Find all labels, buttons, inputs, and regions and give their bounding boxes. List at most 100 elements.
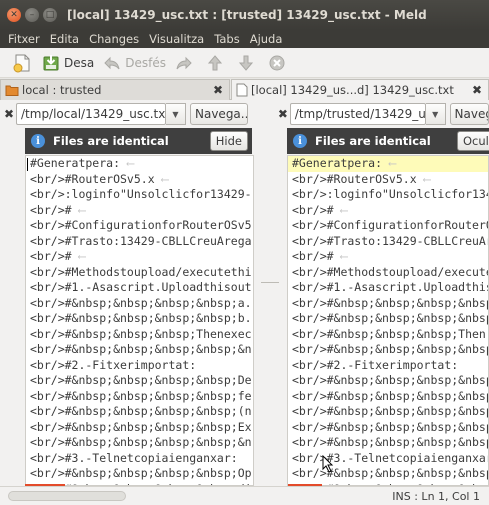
line-text: <br/>#&nbsp;&nbsp;&nbsp;&nbsp; [292, 295, 489, 310]
text-line: <br/>#&nbsp;&nbsp;&nbsp;&nbsp;(n [26, 404, 253, 420]
text-line: <br/>#&nbsp;&nbsp;&nbsp;&nbsp; [288, 404, 488, 420]
line-text: #Generatpera: [292, 156, 383, 170]
text-line: <br/>#&nbsp;&nbsp;&nbsp;&nbsp; [288, 466, 488, 482]
line-text: <br/>#&nbsp;&nbsp;&nbsp;&nbsp; [292, 388, 489, 403]
info-icon: i [293, 134, 307, 148]
right-path-input[interactable]: /tmp/trusted/13429_usc.t [289, 103, 426, 125]
status-text: INS : Ln 1, Col 1 [392, 490, 480, 503]
newline-marker-icon: ⟵ [333, 249, 348, 263]
chevron-down-icon[interactable]: ▼ [166, 103, 186, 125]
line-text: <br/>#1.-Asascript.Uploadthis [292, 280, 489, 294]
minimize-window-button[interactable]: – [25, 8, 39, 22]
text-line: <br/>#&nbsp;&nbsp;&nbsp;&nbsp; [288, 296, 488, 312]
text-line: <br/>#&nbsp;&nbsp;&nbsp;&nbsp; [288, 373, 488, 389]
line-text: <br/>:loginfo"Unsolclicfor13429- [30, 187, 252, 201]
tab-folder-comparison[interactable]: local : trusted ✖ [0, 79, 230, 100]
text-line: <br/># ⟵ [26, 203, 253, 219]
newline-marker-icon: ⟵ [333, 202, 348, 217]
line-text: <br/>#Trasto:13429-CBLLCreuArega [30, 233, 252, 248]
text-line: <br/>:loginfo"Unsolclicfor13429- [26, 187, 253, 203]
line-text: <br/>#&nbsp;&nbsp;&nbsp;&nbsp;Ex [30, 419, 252, 434]
left-info-bar: i Files are identical Hide [25, 128, 252, 154]
status-bar: INS : Ln 1, Col 1 [0, 486, 489, 505]
line-text: <br/>#&nbsp;&nbsp;&nbsp;&nbsp; [292, 373, 489, 387]
arrow-up-icon [207, 54, 223, 70]
text-line: <br/>#ConfigurationforRouterOSv5 [26, 218, 253, 234]
save-button[interactable]: Desa [41, 53, 94, 73]
close-pane-icon[interactable]: ✖ [276, 107, 290, 121]
right-path-row: ✖ /tmp/trusted/13429_usc.t ▼ Navega... [276, 102, 489, 126]
stop-button[interactable] [267, 53, 290, 73]
close-pane-icon[interactable]: ✖ [2, 107, 16, 121]
line-text: <br/>#&nbsp;&nbsp;&nbsp;&nbsp;&n [30, 342, 252, 356]
close-tab-icon[interactable]: ✖ [213, 83, 223, 97]
text-line: <br/>#1.-Asascript.Uploadthis [288, 280, 488, 296]
menu-visualitza[interactable]: Visualitza [144, 32, 209, 46]
line-text: <br/>#&nbsp;&nbsp;&nbsp;Thenexec [30, 326, 252, 341]
left-path-input[interactable]: /tmp/local/13429_usc.txt [16, 103, 166, 125]
close-tab-icon[interactable]: ✖ [472, 83, 482, 97]
text-line: <br/>#3.-Telnetcopiaienganxar: [26, 451, 253, 467]
menu-bar: Fitxer Edita Changes Visualitza Tabs Aju… [0, 30, 489, 48]
save-label: Desa [64, 55, 95, 70]
line-text: <br/># [292, 249, 334, 263]
menu-ajuda[interactable]: Ajuda [245, 32, 288, 46]
new-comparison-button[interactable] [12, 53, 35, 73]
left-info-text: Files are identical [53, 134, 169, 148]
menu-edita[interactable]: Edita [45, 32, 84, 46]
text-line: <br/>#2.-Fitxerimportat: [288, 358, 488, 374]
next-change-button[interactable] [236, 53, 259, 73]
text-line: <br/># ⟵ [288, 249, 488, 265]
arrow-down-icon [238, 55, 254, 71]
text-line: <br/>#&nbsp;&nbsp;&nbsp;&nbsp;De [26, 373, 253, 389]
text-line: <br/>#&nbsp;&nbsp;&nbsp;&nbsp;Op [26, 466, 253, 482]
text-line: <br/>#&nbsp;&nbsp;&nbsp;&nbsp; [288, 435, 488, 451]
diff-link-line [261, 282, 279, 283]
text-line: <br/>#&nbsp;&nbsp;&nbsp;&nbsp;fe [26, 389, 253, 405]
text-line: <br/>:loginfo"Unsolclicfor134 [288, 187, 488, 203]
horizontal-scrollbar[interactable] [8, 491, 126, 501]
left-hide-button[interactable]: Hide [209, 131, 248, 151]
text-line: #Generatpera: ⟵ [288, 156, 488, 172]
left-editor[interactable]: #Generatpera: ⟵ <br/>#RouterOSv5.x ⟵ <br/>… [25, 155, 254, 486]
tab-file-comparison[interactable]: [local] 13429_us...d] 13429_usc.txt ✖ [231, 79, 489, 100]
line-text: <br/>#&nbsp;&nbsp;&nbsp;&nbsp; [292, 311, 489, 325]
menu-tabs[interactable]: Tabs [209, 32, 244, 46]
left-browse-button[interactable]: Navega... [190, 103, 248, 125]
right-editor[interactable]: #Generatpera: ⟵ <br/>#RouterOSv5.x ⟵ <br/>… [287, 155, 489, 486]
line-text: <br/>#&nbsp;&nbsp;&nbsp;&nbsp;&n [30, 435, 252, 449]
chevron-down-icon[interactable]: ▼ [425, 103, 446, 125]
document-icon [236, 83, 248, 97]
maximize-window-button[interactable]: □ [43, 8, 57, 22]
right-hide-button[interactable]: Ocultar [457, 131, 489, 151]
new-document-icon [13, 54, 30, 72]
text-line: <br/>#&nbsp;&nbsp;&nbsp;&nbsp;Ex [26, 420, 253, 436]
text-line: #Generatpera: ⟵ [26, 156, 253, 172]
text-line: <br/>#Trasto:13429-CBLLCreuArega [26, 234, 253, 250]
text-line: <br/>#RouterOSv5.x ⟵ [26, 172, 253, 188]
text-line: <br/># ⟵ [288, 203, 488, 219]
close-window-button[interactable]: ✕ [7, 8, 21, 22]
right-browse-button[interactable]: Navega... [449, 103, 489, 125]
text-line: <br/>#3.-Telnetcopiaienganxar [288, 451, 488, 467]
redo-button[interactable] [174, 53, 197, 73]
redo-icon [176, 56, 192, 69]
text-line: <br/>#&nbsp;&nbsp;&nbsp;Then [288, 327, 488, 343]
menu-fitxer[interactable]: Fitxer [0, 32, 45, 46]
tab-bar: local : trusted ✖ [local] 13429_us...d] … [0, 78, 489, 100]
line-text: <br/># [30, 249, 72, 263]
right-info-bar: i Files are identical Ocultar [287, 128, 489, 154]
text-line: <br/>#RouterOSv5.x ⟵ [288, 172, 488, 188]
previous-change-button[interactable] [205, 53, 228, 73]
line-text: <br/>#ConfigurationforRouterO [292, 218, 489, 232]
undo-label: Desfés [125, 55, 166, 70]
menu-changes[interactable]: Changes [84, 32, 144, 46]
info-icon: i [31, 134, 45, 148]
text-line: <br/>#&nbsp;&nbsp;&nbsp;&nbsp; [288, 420, 488, 436]
line-text: <br/># [30, 202, 72, 217]
undo-button[interactable]: Desfés [102, 53, 166, 73]
diff-gutter [254, 155, 287, 486]
newline-marker-icon: ⟵ [71, 202, 86, 217]
line-text: <br/>#2.-Fitxerimportat: [292, 357, 459, 372]
line-text: <br/>#RouterOSv5.x [292, 171, 417, 186]
